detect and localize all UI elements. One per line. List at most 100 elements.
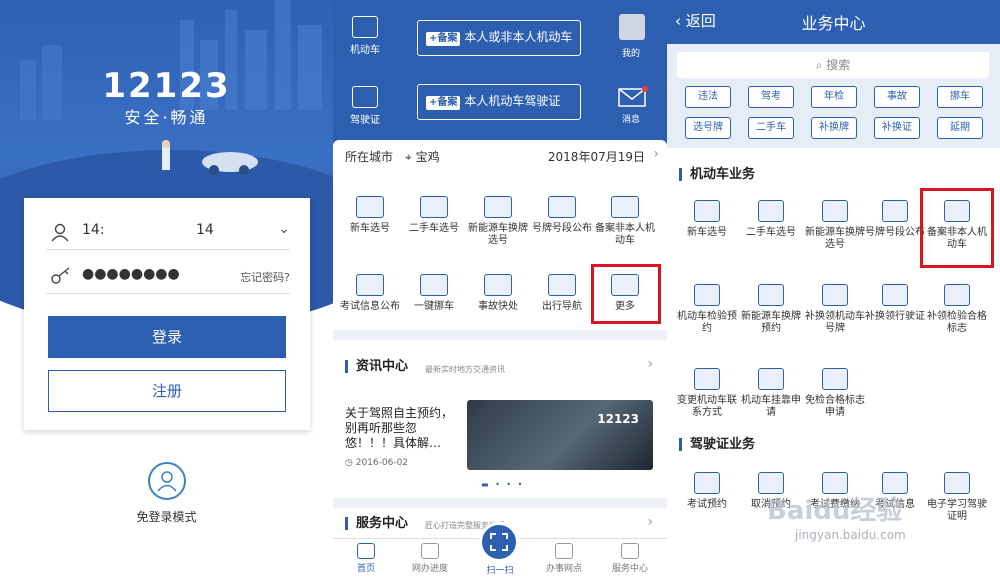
- guest-mode-label[interactable]: 免登录模式: [0, 508, 333, 525]
- register-vehicle-button[interactable]: +备案 本人或非本人机动车: [417, 20, 581, 56]
- home-service-item-label: 备案非本人机动车: [595, 223, 655, 246]
- vehicle-business-item[interactable]: 机动车挂靠申请: [739, 368, 803, 419]
- quick-chip[interactable]: 选号牌: [685, 117, 731, 139]
- vehicle-business-item[interactable]: 机动车检验预约: [675, 284, 739, 335]
- quick-chip[interactable]: 违法: [685, 86, 731, 108]
- vehicle-business-item[interactable]: 新车选号: [675, 200, 739, 239]
- registration-highlight-box: [920, 188, 994, 268]
- vehicle-business-item[interactable]: 二手车选号: [739, 200, 803, 239]
- quick-chip[interactable]: 延期: [937, 117, 983, 139]
- license-business-item-label: 考试预约: [687, 499, 727, 510]
- city-name: 宝鸡: [415, 150, 440, 164]
- license-shortcut-label: 驾驶证: [350, 115, 380, 126]
- vehicle-business-item-label: 二手车选号: [746, 227, 796, 238]
- vehicle-business-item[interactable]: 新能源车换牌选号: [803, 200, 867, 251]
- license-icon: [352, 86, 378, 108]
- quick-chip[interactable]: 驾考: [748, 86, 794, 108]
- tab-progress[interactable]: 网办进度: [405, 543, 455, 574]
- current-date: 2018年07月19日: [547, 150, 645, 164]
- police-car-illustration: [162, 140, 258, 175]
- service-icon: [694, 284, 720, 306]
- message-icon[interactable]: [617, 86, 649, 108]
- service-icon: [484, 274, 512, 296]
- tab-service-center[interactable]: 服务中心: [605, 543, 655, 574]
- register-vehicle-label: 本人或非本人机动车: [464, 30, 573, 44]
- service-icon: [484, 196, 512, 218]
- home-service-item-label: 号牌号段公布: [532, 223, 592, 234]
- tab-service-points-label: 办事网点: [545, 564, 582, 574]
- quick-chip[interactable]: 年检: [811, 86, 857, 108]
- login-button[interactable]: 登录: [48, 316, 286, 358]
- home-screen: 机动车 驾驶证 +备案 本人或非本人机动车 +备案 本人机动车驾驶证 我的 消息 所…: [333, 0, 667, 578]
- city-selector[interactable]: 所在城市 ⌖ 宝鸡: [345, 148, 440, 165]
- home-service-item[interactable]: 事故快处: [467, 274, 529, 313]
- diamond-icon: [621, 543, 639, 559]
- home-service-item[interactable]: 一键挪车: [403, 274, 465, 313]
- tab-scan[interactable]: 扫一扫: [475, 563, 525, 576]
- password-field[interactable]: ●●●●●●●● 忘记密码?: [46, 260, 290, 294]
- news-section-title: 资讯中心: [345, 360, 408, 373]
- app-logo-number: 12123: [102, 66, 231, 106]
- vehicle-business-item-label: 免检合格标志申请: [805, 395, 865, 418]
- search-input[interactable]: ⌕ 搜索: [677, 52, 989, 78]
- service-icon: [758, 200, 784, 222]
- quick-chip[interactable]: 二手车: [748, 117, 794, 139]
- home-service-item[interactable]: 号牌号段公布: [531, 196, 593, 235]
- news-date: ◷ 2016-06-02: [345, 458, 408, 468]
- home-service-item[interactable]: 新能源车换牌选号: [467, 196, 529, 247]
- scan-button[interactable]: [479, 522, 519, 562]
- mine-label[interactable]: 我的: [622, 46, 640, 59]
- quick-chip[interactable]: 补换牌: [811, 117, 857, 139]
- home-service-item[interactable]: 新车选号: [339, 196, 401, 235]
- register-license-button[interactable]: +备案 本人机动车驾驶证: [417, 84, 581, 120]
- news-headline[interactable]: 关于驾照自主预约，别再听那些忽悠！！！具体解…: [345, 406, 463, 451]
- guest-user-icon[interactable]: [148, 462, 186, 500]
- avatar[interactable]: [619, 14, 645, 40]
- service-icon: [758, 368, 784, 390]
- vehicle-business-item-label: 变更机动车联系方式: [677, 395, 737, 418]
- username-value-start: 14:: [82, 222, 105, 238]
- vehicle-business-item[interactable]: 补换领行驶证: [863, 284, 927, 323]
- tab-home[interactable]: 首页: [341, 543, 391, 574]
- quick-chip[interactable]: 补换证: [874, 117, 920, 139]
- message-label[interactable]: 消息: [622, 112, 640, 125]
- chevron-right-icon[interactable]: ›: [653, 146, 659, 162]
- vehicle-business-item-label: 机动车检验预约: [677, 311, 737, 334]
- license-shortcut[interactable]: 驾驶证: [345, 86, 385, 126]
- quick-chip[interactable]: 挪车: [937, 86, 983, 108]
- vehicle-shortcut[interactable]: 机动车: [345, 16, 385, 56]
- news-image[interactable]: 12123: [467, 400, 653, 470]
- forgot-password-link[interactable]: 忘记密码?: [240, 269, 290, 285]
- vehicle-business-item[interactable]: 免检合格标志申请: [803, 368, 867, 419]
- license-business-item[interactable]: 考试预约: [675, 472, 739, 511]
- vehicle-business-item[interactable]: 补换领机动车号牌: [803, 284, 867, 335]
- quick-chip-label: 二手车: [756, 122, 786, 133]
- quick-chip-label: 延期: [950, 122, 970, 133]
- vehicle-business-item-label: 补换领机动车号牌: [805, 311, 865, 334]
- home-service-item[interactable]: 二手车选号: [403, 196, 465, 235]
- key-icon: [51, 267, 70, 284]
- tab-service-points[interactable]: 办事网点: [539, 543, 589, 574]
- vehicle-business-item[interactable]: 补领检验合格标志: [925, 284, 989, 335]
- chevron-right-icon[interactable]: ›: [647, 514, 653, 530]
- service-icon: [822, 368, 848, 390]
- news-date-value: 2016-06-02: [355, 458, 409, 468]
- home-service-item[interactable]: 出行导航: [531, 274, 593, 313]
- username-value-end: 14: [196, 222, 214, 238]
- login-screen: 12123 安全·畅通 14: 14 ⌄ ●●●●●●●● 忘记密码? 登录 注…: [0, 0, 333, 578]
- vehicle-business-item[interactable]: 变更机动车联系方式: [675, 368, 739, 419]
- quick-chip-label: 事故: [887, 91, 907, 102]
- vehicle-icon: [352, 16, 378, 38]
- vehicle-business-item[interactable]: 号牌号段公布: [863, 200, 927, 239]
- vehicle-business-item[interactable]: 新能源车换牌预约: [739, 284, 803, 335]
- home-service-item[interactable]: 考试信息公布: [339, 274, 401, 313]
- username-field[interactable]: 14: 14 ⌄: [46, 216, 290, 250]
- chevron-right-icon[interactable]: ›: [647, 356, 653, 372]
- news-image-logo: 12123: [597, 412, 639, 426]
- register-button[interactable]: 注册: [48, 370, 286, 412]
- quick-chip[interactable]: 事故: [874, 86, 920, 108]
- chevron-down-icon[interactable]: ⌄: [278, 221, 290, 237]
- quick-chip-label: 挪车: [950, 91, 970, 102]
- location-icon: ⌖: [405, 150, 412, 164]
- home-service-item[interactable]: 备案非本人机动车: [594, 196, 656, 247]
